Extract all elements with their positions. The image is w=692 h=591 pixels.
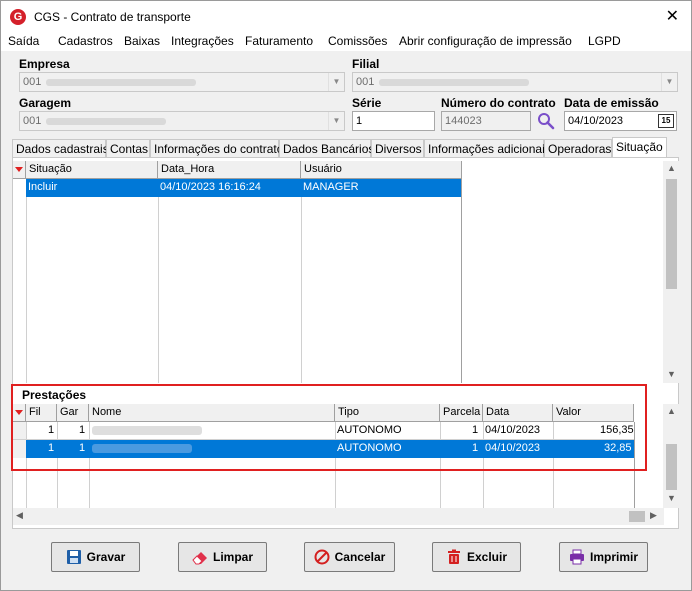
chevron-down-icon[interactable]: ▼ bbox=[328, 73, 344, 91]
tab-contas[interactable]: Contas bbox=[106, 139, 150, 157]
menu-baixas[interactable]: Baixas bbox=[124, 34, 160, 48]
app-logo-icon: G bbox=[10, 9, 26, 25]
serie-input[interactable]: 1 bbox=[352, 111, 435, 131]
scrollbar-thumb[interactable] bbox=[666, 444, 677, 490]
filial-value: 001 bbox=[356, 76, 375, 88]
garagem-redacted bbox=[46, 118, 166, 125]
limpar-label: Limpar bbox=[212, 550, 253, 564]
excluir-button[interactable]: Excluir bbox=[432, 542, 521, 572]
serie-value: 1 bbox=[356, 115, 363, 127]
cell-situacao: Incluir bbox=[28, 181, 58, 193]
app-window: G CGS - Contrato de transporte ✕ Saída C… bbox=[0, 0, 692, 591]
scroll-right-icon[interactable]: ▶ bbox=[650, 510, 657, 521]
menu-bar: Saída Cadastros Baixas Integrações Fatur… bbox=[1, 31, 691, 51]
col-header-data-hora[interactable]: Data_Hora bbox=[158, 161, 301, 179]
cell-usuario: MANAGER bbox=[303, 181, 359, 193]
prestacoes-vertical-scrollbar[interactable]: ▲ ▼ bbox=[663, 404, 680, 508]
scroll-up-icon[interactable]: ▲ bbox=[663, 406, 680, 416]
menu-abrir-config-impressao[interactable]: Abrir configuração de impressão bbox=[399, 34, 572, 48]
scroll-down-icon[interactable]: ▼ bbox=[663, 369, 680, 379]
cancel-icon bbox=[314, 549, 330, 565]
col-header-usuario[interactable]: Usuário bbox=[301, 161, 462, 179]
numero-contrato-input[interactable]: 144023 bbox=[441, 111, 531, 131]
menu-saida[interactable]: Saída bbox=[8, 34, 39, 48]
garagem-select[interactable]: 001 ▼ bbox=[19, 111, 345, 131]
empresa-select[interactable]: 001 ▼ bbox=[19, 72, 345, 92]
numero-contrato-label: Número do contrato bbox=[441, 96, 556, 110]
data-emissao-label: Data de emissão bbox=[564, 96, 659, 110]
tab-operadoras[interactable]: Operadoras bbox=[544, 139, 612, 157]
filial-redacted bbox=[379, 79, 529, 86]
tab-situacao[interactable]: Situação bbox=[612, 137, 667, 157]
scroll-up-icon[interactable]: ▲ bbox=[663, 163, 680, 173]
tab-diversos[interactable]: Diversos bbox=[371, 139, 424, 157]
menu-comissoes[interactable]: Comissões bbox=[328, 34, 387, 48]
cancelar-label: Cancelar bbox=[334, 550, 386, 564]
numero-contrato-value: 144023 bbox=[445, 115, 482, 127]
menu-faturamento[interactable]: Faturamento bbox=[245, 34, 313, 48]
grid-line bbox=[26, 179, 27, 383]
sort-indicator-icon bbox=[13, 161, 26, 179]
empresa-value: 001 bbox=[23, 76, 42, 88]
serie-label: Série bbox=[352, 96, 382, 110]
gravar-label: Gravar bbox=[86, 550, 126, 564]
trash-icon bbox=[446, 549, 462, 565]
eraser-icon bbox=[192, 549, 208, 565]
search-icon[interactable] bbox=[537, 112, 555, 130]
empresa-redacted bbox=[46, 79, 196, 86]
scrollbar-thumb[interactable] bbox=[666, 179, 677, 289]
garagem-value: 001 bbox=[23, 115, 42, 127]
data-emissao-value: 04/10/2023 bbox=[568, 115, 624, 127]
situacao-grid[interactable]: Situação Data_Hora Usuário Incluir 04/10… bbox=[13, 161, 462, 383]
highlight-box bbox=[11, 384, 647, 471]
menu-lgpd[interactable]: LGPD bbox=[588, 34, 621, 48]
tab-informacoes-adicionais[interactable]: Informações adicionais bbox=[424, 139, 551, 157]
situacao-vertical-scrollbar[interactable]: ▲ ▼ bbox=[663, 161, 680, 383]
imprimir-label: Imprimir bbox=[589, 550, 638, 564]
window-title: CGS - Contrato de transporte bbox=[34, 10, 191, 24]
gravar-button[interactable]: Gravar bbox=[51, 542, 140, 572]
printer-icon bbox=[569, 549, 585, 565]
menu-integracoes[interactable]: Integrações bbox=[171, 34, 234, 48]
cell-data-hora: 04/10/2023 16:16:24 bbox=[160, 181, 261, 193]
chevron-down-icon[interactable]: ▼ bbox=[661, 73, 677, 91]
data-emissao-input[interactable]: 04/10/2023 15 bbox=[564, 111, 677, 131]
table-row[interactable]: Incluir 04/10/2023 16:16:24 MANAGER bbox=[26, 179, 461, 197]
title-bar: G CGS - Contrato de transporte ✕ bbox=[1, 1, 691, 31]
filial-label: Filial bbox=[352, 57, 380, 71]
limpar-button[interactable]: Limpar bbox=[178, 542, 267, 572]
imprimir-button[interactable]: Imprimir bbox=[559, 542, 648, 572]
tab-informacoes-contrato[interactable]: Informações do contrato bbox=[150, 139, 283, 157]
tab-dados-bancarios[interactable]: Dados Bancários bbox=[279, 139, 374, 157]
empresa-label: Empresa bbox=[19, 57, 70, 71]
filial-select[interactable]: 001 ▼ bbox=[352, 72, 678, 92]
tab-dados-cadastrais[interactable]: Dados cadastrais bbox=[12, 139, 109, 157]
scroll-left-icon[interactable]: ◀ bbox=[16, 510, 23, 521]
scroll-down-icon[interactable]: ▼ bbox=[663, 493, 680, 503]
excluir-label: Excluir bbox=[466, 550, 508, 564]
garagem-label: Garagem bbox=[19, 96, 72, 110]
prestacoes-horizontal-scrollbar[interactable]: ◀ ▶ bbox=[13, 508, 664, 525]
grid-line bbox=[158, 179, 159, 383]
scrollbar-thumb[interactable] bbox=[629, 511, 645, 522]
menu-cadastros[interactable]: Cadastros bbox=[58, 34, 113, 48]
grid-line bbox=[301, 179, 302, 383]
grid-line bbox=[461, 179, 462, 383]
floppy-disk-icon bbox=[66, 549, 82, 565]
close-icon[interactable]: ✕ bbox=[666, 6, 679, 26]
chevron-down-icon[interactable]: ▼ bbox=[328, 112, 344, 130]
cancelar-button[interactable]: Cancelar bbox=[304, 542, 395, 572]
col-header-situacao[interactable]: Situação bbox=[26, 161, 158, 179]
calendar-icon[interactable]: 15 bbox=[658, 114, 674, 128]
